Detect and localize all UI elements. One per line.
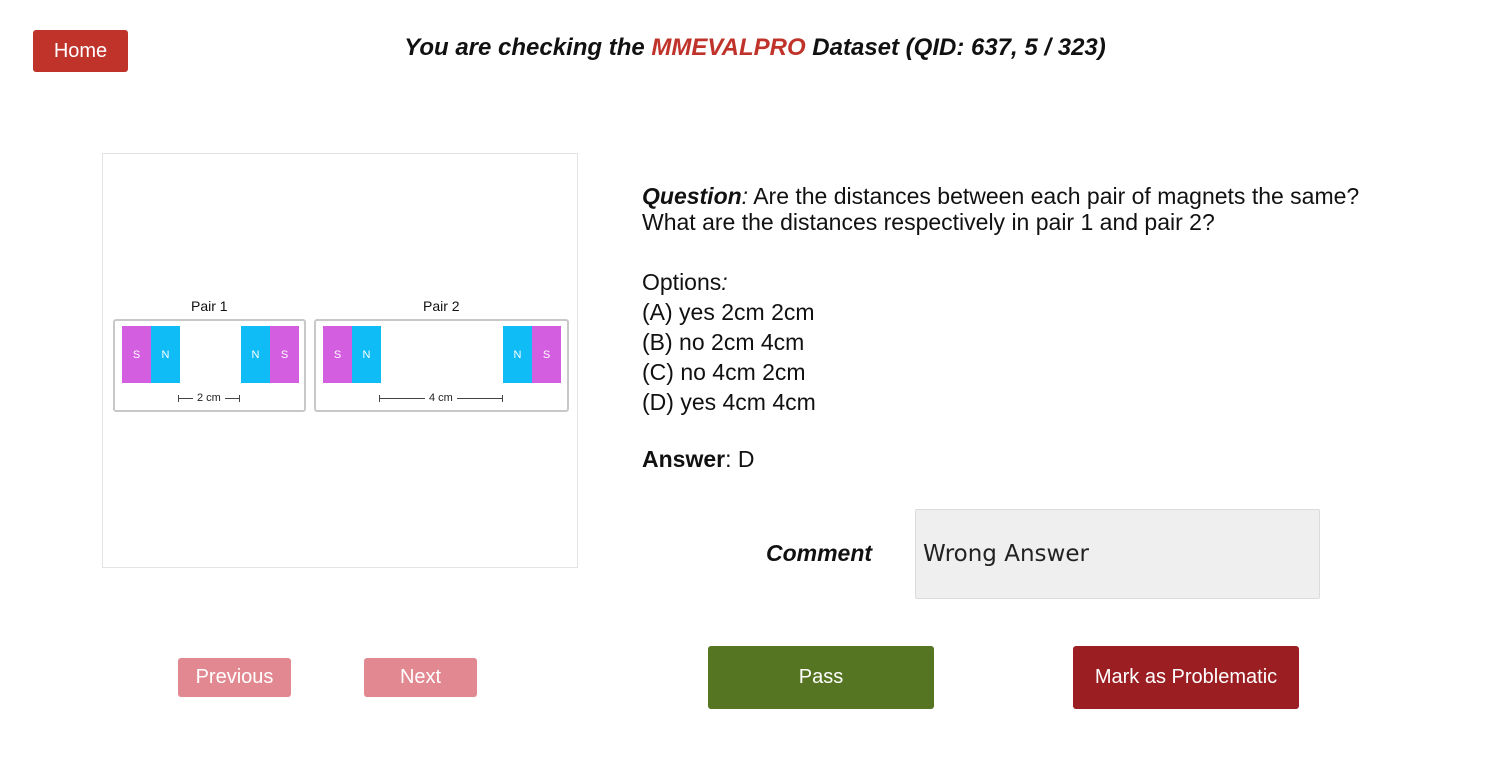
magnet-pole-n: N [352,326,381,383]
title-suffix: Dataset (QID: 637, 5 / 323) [805,34,1106,61]
option-c: (C) no 4cm 2cm [642,359,806,385]
mark-problematic-button[interactable]: Mark as Problematic [1073,646,1299,709]
answer-label: Answer [642,446,726,472]
distance-marker-pair-1: 2 cm [178,392,240,404]
magnet-pole-s: S [270,326,299,383]
question-text: Are the distances between each pair of m… [642,183,1360,235]
magnet-pole-s: S [323,326,352,383]
comment-input[interactable] [915,509,1320,599]
question-label: Question [642,183,742,209]
question-image: Pair 1 S N N S 2 cm Pair 2 S N N S 4 cm [102,153,578,568]
answer-block: Answer: D [642,446,755,472]
pair-1-box: S N N S 2 cm [113,319,306,412]
distance-marker-pair-2: 4 cm [379,392,503,404]
previous-button[interactable]: Previous [178,658,291,697]
options-label: Options [642,269,722,295]
options-block: Options: (A) yes 2cm 2cm (B) no 2cm 4cm … [642,269,816,415]
next-button[interactable]: Next [364,658,477,697]
magnet-pole-s: S [532,326,561,383]
magnet-pole-s: S [122,326,151,383]
page-title: You are checking the MMEVALPRO Dataset (… [0,34,1495,62]
option-b: (B) no 2cm 4cm [642,329,805,355]
option-a: (A) yes 2cm 2cm [642,299,815,325]
answer-value: D [737,446,755,472]
pair-2-box: S N N S 4 cm [314,319,569,412]
question-block: Question: Are the distances between each… [642,183,1360,235]
magnet-pole-n: N [241,326,270,383]
option-d: (D) yes 4cm 4cm [642,389,816,415]
title-prefix: You are checking the [404,34,652,61]
pass-button[interactable]: Pass [708,646,934,709]
comment-label: Comment [766,540,873,566]
magnet-pole-n: N [151,326,180,383]
pair-2-label: Pair 2 [423,298,460,314]
magnet-pole-n: N [503,326,532,383]
pair-1-label: Pair 1 [191,298,228,314]
dataset-name: MMEVALPRO [651,34,806,61]
